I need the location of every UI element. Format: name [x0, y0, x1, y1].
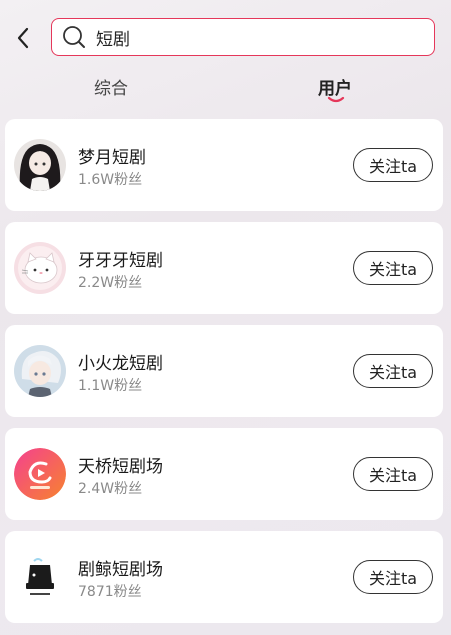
- avatar: [14, 139, 66, 191]
- avatar: [14, 551, 66, 603]
- search-query-text: 短剧: [96, 29, 130, 50]
- fans-count: 2.2W粉丝: [78, 275, 143, 291]
- tab-bar: 综合 用户: [0, 68, 451, 110]
- follow-button[interactable]: 关注ta: [353, 251, 433, 285]
- active-tab-indicator: [327, 96, 345, 103]
- user-name: 小火龙短剧: [78, 354, 163, 374]
- user-name: 天桥短剧场: [78, 457, 163, 477]
- user-name: 梦月短剧: [78, 148, 146, 168]
- user-name: 剧鲸短剧场: [78, 560, 163, 580]
- fans-count: 1.1W粉丝: [78, 378, 143, 394]
- fans-count: 7871粉丝: [78, 584, 142, 600]
- user-card[interactable]: 剧鲸短剧场 7871粉丝 关注ta: [5, 531, 443, 623]
- avatar: [14, 242, 66, 294]
- user-name: 牙牙牙短剧: [78, 251, 163, 271]
- fans-count: 2.4W粉丝: [78, 481, 143, 497]
- follow-button[interactable]: 关注ta: [353, 560, 433, 594]
- avatar: [14, 345, 66, 397]
- follow-button[interactable]: 关注ta: [353, 457, 433, 491]
- search-input[interactable]: 短剧: [51, 18, 435, 56]
- top-bar: 短剧: [0, 0, 451, 68]
- search-icon: [62, 25, 86, 49]
- fans-count: 1.6W粉丝: [78, 172, 143, 188]
- follow-button[interactable]: 关注ta: [353, 148, 433, 182]
- user-card[interactable]: 小火龙短剧 1.1W粉丝 关注ta: [5, 325, 443, 417]
- user-card[interactable]: 梦月短剧 1.6W粉丝 关注ta: [5, 119, 443, 211]
- follow-button[interactable]: 关注ta: [353, 354, 433, 388]
- user-card[interactable]: 牙牙牙短剧 2.2W粉丝 关注ta: [5, 222, 443, 314]
- avatar: [14, 448, 66, 500]
- tab-all[interactable]: 综合: [94, 74, 128, 99]
- back-button[interactable]: [10, 24, 36, 52]
- chevron-left-icon: [17, 27, 29, 49]
- user-card[interactable]: 天桥短剧场 2.4W粉丝 关注ta: [5, 428, 443, 520]
